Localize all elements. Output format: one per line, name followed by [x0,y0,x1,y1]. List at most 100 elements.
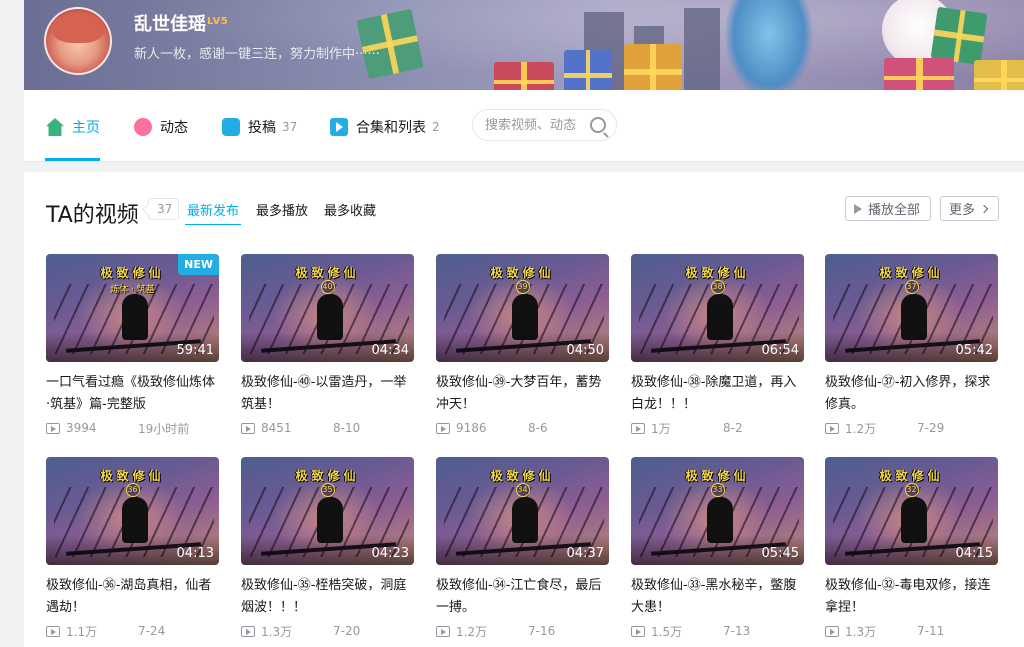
publish-date: 7-16 [528,624,556,638]
thumb-title: 极致修仙 [100,469,165,483]
thumb-episode-number: 38 [710,280,725,294]
publish-date: 19小时前 [138,421,190,436]
video-title[interactable]: 极致修仙-㊲-初入修界，探求修真。 [825,372,998,416]
tab-posts[interactable]: 投稿 37 [222,116,297,138]
video-duration: 04:15 [955,546,993,561]
play-count-icon [436,625,450,637]
publish-date: 8-2 [723,421,743,435]
play-count: 1万 [651,421,671,436]
new-badge: NEW [178,254,219,275]
video-thumbnail[interactable]: 极致修仙 35 04:23 [241,457,414,565]
play-count: 1.3万 [845,624,877,639]
banner-building [684,8,720,90]
thumb-episode-number: 39 [515,280,530,294]
video-title[interactable]: 极致修仙-㉟-桎梏突破，洞庭烟波！！！ [241,575,414,619]
play-count-icon [46,422,60,434]
video-thumbnail[interactable]: 极致修仙 37 05:42 [825,254,998,362]
thumb-episode-number: 33 [710,483,725,497]
play-count: 1.1万 [66,624,98,639]
search-input[interactable] [485,117,585,133]
more-label: 更多 [949,203,976,218]
video-thumbnail[interactable]: 极致修仙 炼体 · 筑基 NEW 59:41 [46,254,219,362]
more-button[interactable]: 更多 [940,196,999,221]
video-duration: 04:37 [566,546,604,561]
video-title[interactable]: 极致修仙-㊳-除魔卫道，再入白龙！！！ [631,372,804,416]
video-card[interactable]: 极致修仙 37 05:42 极致修仙-㊲-初入修界，探求修真。 1.2万 7-29 [825,254,998,438]
video-thumbnail[interactable]: 极致修仙 32 04:15 [825,457,998,565]
video-thumbnail[interactable]: 极致修仙 39 04:50 [436,254,609,362]
play-count: 8451 [261,421,292,435]
video-duration: 05:45 [761,546,799,561]
banner-character [724,0,814,90]
video-card[interactable]: 极致修仙 39 04:50 极致修仙-㊴-大梦百年，蓄势冲天！ 9186 8-6 [436,254,609,438]
banner-gift [930,6,988,66]
video-card[interactable]: 极致修仙 36 04:13 极致修仙-㊱-湖岛真相，仙者遇劫！ 1.1万 7-24 [46,457,219,641]
play-count-icon [241,625,255,637]
video-thumbnail[interactable]: 极致修仙 40 04:34 [241,254,414,362]
video-title[interactable]: 极致修仙-㊵-以雷造丹，一举筑基！ [241,372,414,416]
video-title[interactable]: 极致修仙-㉞-江亡食尽，最后一搏。 [436,575,609,619]
video-title[interactable]: 一口气看过瘾《极致修仙炼体·筑基》篇-完整版 [46,372,219,416]
banner-gift [494,62,554,90]
video-title[interactable]: 极致修仙-㉝-黑水秘辛，鳖腹大患！ [631,575,804,619]
tab-dynamic-label: 动态 [160,120,188,136]
level-badge: LV5 [207,16,229,27]
thumb-title: 极致修仙 [879,266,944,280]
video-card[interactable]: 极致修仙 33 05:45 极致修仙-㉝-黑水秘辛，鳖腹大患！ 1.5万 7-13 [631,457,804,641]
play-count: 1.2万 [456,624,488,639]
tab-collections-count: 2 [432,120,440,134]
user-signature: 新人一枚，感谢一键三连，努力制作中······ [134,47,380,62]
chevron-right-icon [979,204,989,213]
play-count: 1.5万 [651,624,683,639]
publish-date: 7-13 [723,624,751,638]
thumb-subtitle: 炼体 · 筑基 [110,285,155,295]
tab-collections[interactable]: 合集和列表 2 [330,116,440,138]
thumb-episode-number: 35 [320,483,335,497]
username: 乱世佳瑶 [134,14,206,35]
sort-newest[interactable]: 最新发布 [184,200,242,225]
thumb-title: 极致修仙 [490,469,555,483]
play-count: 1.3万 [261,624,293,639]
play-all-button[interactable]: 播放全部 [845,196,931,221]
video-meta: 9186 8-6 [436,418,609,438]
tab-dynamic[interactable]: 动态 [134,116,188,138]
home-icon [46,118,64,136]
play-count-icon [436,422,450,434]
video-card[interactable]: 极致修仙 34 04:37 极致修仙-㉞-江亡食尽，最后一搏。 1.2万 7-16 [436,457,609,641]
publish-date: 8-6 [528,421,548,435]
video-duration: 04:23 [371,546,409,561]
sort-most-favorited[interactable]: 最多收藏 [324,200,376,219]
sort-most-played[interactable]: 最多播放 [256,200,308,219]
tab-home-label: 主页 [72,120,100,136]
video-thumbnail[interactable]: 极致修仙 38 06:54 [631,254,804,362]
video-thumbnail[interactable]: 极致修仙 36 04:13 [46,457,219,565]
video-card[interactable]: 极致修仙 35 04:23 极致修仙-㉟-桎梏突破，洞庭烟波！！！ 1.3万 7-20 [241,457,414,641]
banner-gift [624,44,682,90]
play-count-icon [631,625,645,637]
video-meta: 1.3万 7-20 [241,621,414,641]
video-duration: 04:50 [566,343,604,358]
banner-gift [974,60,1024,90]
video-duration: 06:54 [761,343,799,358]
video-card[interactable]: 极致修仙 40 04:34 极致修仙-㊵-以雷造丹，一举筑基！ 8451 8-10 [241,254,414,438]
video-card[interactable]: 极致修仙 炼体 · 筑基 NEW 59:41 一口气看过瘾《极致修仙炼体·筑基》篇-完整… [46,254,219,438]
profile-nav: 主页 动态 投稿 37 合集和列表 2 [24,90,1024,162]
video-title[interactable]: 极致修仙-㊱-湖岛真相，仙者遇劫！ [46,575,219,619]
video-title[interactable]: 极致修仙-㊴-大梦百年，蓄势冲天！ [436,372,609,416]
tab-home[interactable]: 主页 [46,116,100,138]
play-count-icon [241,422,255,434]
playlist-icon [330,118,348,136]
play-count: 9186 [456,421,487,435]
avatar[interactable] [44,7,112,75]
search-icon[interactable] [590,117,606,133]
video-title[interactable]: 极致修仙-㉜-毒电双修，接连拿捏！ [825,575,998,619]
video-card[interactable]: 极致修仙 38 06:54 极致修仙-㊳-除魔卫道，再入白龙！！！ 1万 8-2 [631,254,804,438]
video-card[interactable]: 极致修仙 32 04:15 极致修仙-㉜-毒电双修，接连拿捏！ 1.3万 7-11 [825,457,998,641]
video-thumbnail[interactable]: 极致修仙 33 05:45 [631,457,804,565]
publish-date: 7-11 [917,624,945,638]
thumb-episode-number: 36 [125,483,140,497]
video-thumbnail[interactable]: 极致修仙 34 04:37 [436,457,609,565]
video-meta: 3994 19小时前 [46,418,219,438]
video-count-badge: 37 [148,198,180,220]
play-count-icon [825,625,839,637]
